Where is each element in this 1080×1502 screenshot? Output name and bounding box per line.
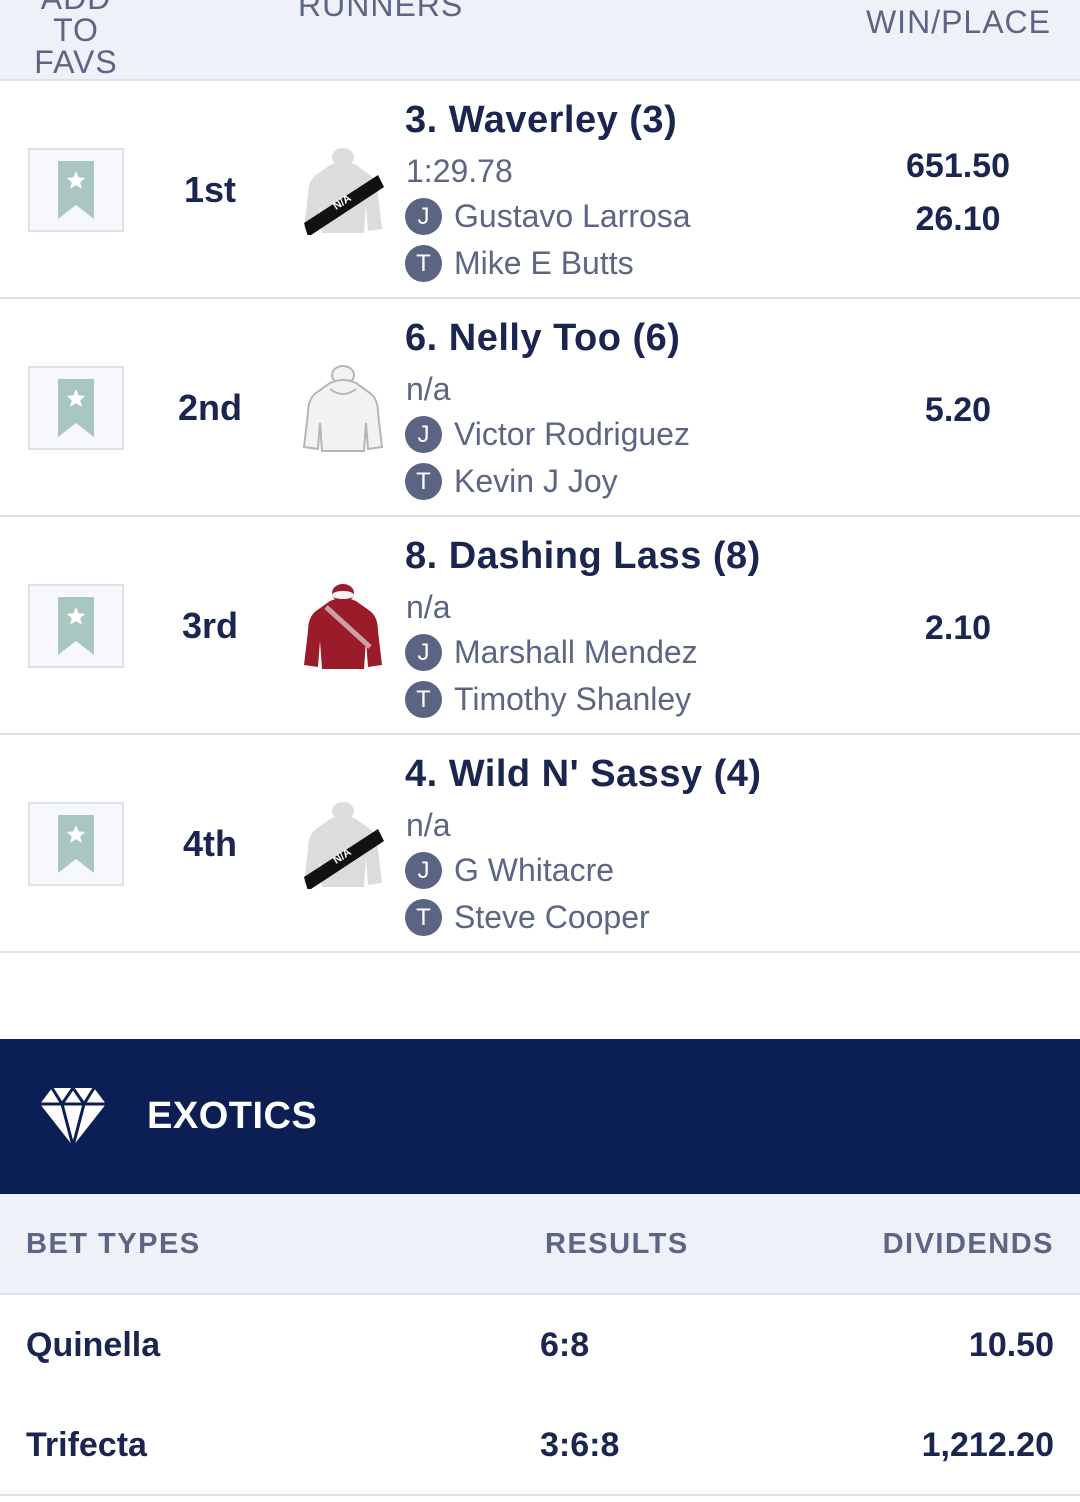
finish-position: 1st <box>183 169 237 210</box>
bet-type: Trifecta <box>26 1426 147 1464</box>
bet-result: 3:6:8 <box>540 1426 620 1464</box>
runner-row[interactable]: 1st N/A 3. Waverley (3) 1:29.78 J Gustav… <box>0 81 1080 299</box>
exotics-section-header: EXOTICS <box>0 1039 1080 1194</box>
race-time: 1:29.78 <box>406 153 513 189</box>
trainer-badge: T <box>405 245 442 282</box>
exotics-column-header: BET TYPES RESULTS DIVIDENDS <box>0 1194 1080 1295</box>
bet-type: Quinella <box>26 1326 161 1364</box>
results-header: RESULTS <box>545 1228 689 1260</box>
results-column-header: ADD TO FAVS RUNNERS WIN/PLACE <box>0 0 1080 81</box>
place-dividend: 5.20 <box>924 391 992 429</box>
jockey-badge: J <box>405 634 442 671</box>
finish-position: 4th <box>183 823 237 864</box>
race-time: n/a <box>406 589 451 625</box>
win-place-header: WIN/PLACE <box>865 4 1051 40</box>
place-dividend: 2.10 <box>924 609 992 647</box>
runner-name[interactable]: 4. Wild N' Sassy (4) <box>405 753 762 796</box>
runner-name[interactable]: 8. Dashing Lass (8) <box>405 535 761 578</box>
trainer-badge: T <box>405 463 442 500</box>
jockey-name: Victor Rodriguez <box>454 416 690 452</box>
exotic-row: Quinella 6:8 10.50 <box>0 1296 1080 1396</box>
bet-dividend: 1,212.20 <box>921 1426 1054 1464</box>
na-silk-icon: N/A <box>304 145 384 235</box>
jockey-line: J G Whitacre <box>405 852 614 889</box>
add-to-favs-button[interactable] <box>28 148 124 232</box>
diamond-icon <box>40 1086 106 1148</box>
trainer-line: T Mike E Butts <box>405 245 634 282</box>
trainer-line: T Steve Cooper <box>405 899 650 936</box>
jockey-line: J Victor Rodriguez <box>405 416 690 453</box>
runner-row[interactable]: 2nd 6. Nelly Too (6) n/a J Victor Rodrig… <box>0 299 1080 517</box>
runner-row[interactable]: 3rd 8. Dashing Lass (8) n/a J Marshall M… <box>0 517 1080 735</box>
runners-header: RUNNERS <box>298 0 464 23</box>
bookmark-star-icon <box>58 379 94 437</box>
jockey-name: G Whitacre <box>454 852 615 888</box>
maroon-silk-icon <box>300 581 386 671</box>
trainer-name: Mike E Butts <box>454 245 634 281</box>
dividends-header: DIVIDENDS <box>882 1228 1054 1260</box>
add-to-favs-header-line-2: TO <box>53 12 99 48</box>
jockey-badge: J <box>405 198 442 235</box>
jockey-line: J Gustavo Larrosa <box>405 198 691 235</box>
bookmark-star-icon <box>58 815 94 873</box>
finish-position: 2nd <box>177 387 242 428</box>
bookmark-star-icon <box>58 161 94 219</box>
add-to-favs-button[interactable] <box>28 802 124 886</box>
bet-result: 6:8 <box>540 1326 590 1364</box>
divider <box>0 1494 1080 1496</box>
na-silk-icon: N/A <box>304 799 384 889</box>
race-time: n/a <box>406 371 451 407</box>
race-time: n/a <box>406 807 451 843</box>
add-to-favs-header: ADD TO FAVS <box>20 0 132 78</box>
jockey-name: Marshall Mendez <box>454 634 698 670</box>
runner-name[interactable]: 3. Waverley (3) <box>405 99 677 142</box>
jockey-name: Gustavo Larrosa <box>454 198 691 234</box>
trainer-name: Timothy Shanley <box>454 681 692 717</box>
bet-types-header: BET TYPES <box>26 1228 201 1260</box>
exotics-title: EXOTICS <box>147 1095 318 1137</box>
runner-name[interactable]: 6. Nelly Too (6) <box>405 317 680 360</box>
bet-dividend: 10.50 <box>968 1326 1054 1364</box>
win-dividend: 651.50 <box>906 147 1010 185</box>
bookmark-star-icon <box>58 597 94 655</box>
trainer-line: T Timothy Shanley <box>405 681 691 718</box>
trainer-line: T Kevin J Joy <box>405 463 618 500</box>
trainer-badge: T <box>405 899 442 936</box>
add-to-favs-button[interactable] <box>28 366 124 450</box>
finish-position: 3rd <box>181 605 239 646</box>
add-to-favs-button[interactable] <box>28 584 124 668</box>
runner-row[interactable]: 4th N/A 4. Wild N' Sassy (4) n/a J G Whi… <box>0 735 1080 953</box>
white-silk-icon <box>300 363 386 453</box>
exotic-row: Trifecta 3:6:8 1,212.20 <box>0 1396 1080 1496</box>
place-dividend: 26.10 <box>915 200 1001 238</box>
trainer-name: Kevin J Joy <box>454 463 618 499</box>
jockey-line: J Marshall Mendez <box>405 634 698 671</box>
jockey-badge: J <box>405 852 442 889</box>
trainer-name: Steve Cooper <box>454 899 650 935</box>
add-to-favs-header-line-3: FAVS <box>34 44 118 80</box>
jockey-badge: J <box>405 416 442 453</box>
trainer-badge: T <box>405 681 442 718</box>
